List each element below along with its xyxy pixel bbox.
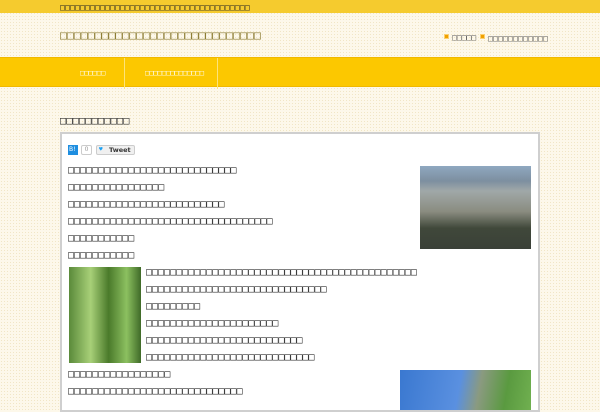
site-title-link[interactable]: □□□□□□□□□□□□□□□□□□□□□□□□□□□□□ bbox=[60, 29, 261, 42]
paragraph: □□□□□□□□□□□□□□□□□□□□□□□□□□ bbox=[68, 199, 225, 210]
twitter-bird-icon: ♥ bbox=[99, 146, 103, 153]
nav-item-home[interactable]: □□□□□□ bbox=[60, 58, 125, 89]
paragraph: □□□□□□□□□□□□□□□□□□□□□□□□□□ bbox=[146, 335, 303, 346]
page-heading: □□□□□□□□□□□ bbox=[60, 115, 130, 127]
paragraph: □□□□□□□□□□□□□□□□□□□□□□□□□□□□□□□□□□□□□□□□… bbox=[146, 267, 417, 278]
city-aerial-photo bbox=[420, 166, 531, 249]
site-description: □□□□□□□□□□□□□□□□□□□□□□□□□□□□□□□□□□□□□□ bbox=[60, 2, 250, 12]
hatena-count: 0 bbox=[81, 145, 92, 155]
paragraph: □□□□□□□□□□□□□□□□□□□□□□□□□□□□□□□□□□ bbox=[68, 216, 273, 227]
paragraph: □□□□□□□□□□□□□□□□□□□□□□□□□□□□ bbox=[146, 352, 315, 363]
paragraph: □□□□□□□□□□□□□□□□ bbox=[68, 182, 165, 193]
paragraph: □□□□□□□□□□□□□□□□□ bbox=[68, 369, 171, 380]
nav-label: □□□□□□□□□□□□□□ bbox=[145, 69, 205, 77]
bullet-icon bbox=[480, 34, 485, 39]
header-link-2[interactable]: □□□□□□□□□□□□ bbox=[488, 34, 548, 43]
paragraph: □□□□□□□□□□□□□□□□□□□□□□ bbox=[146, 318, 279, 329]
bullet-icon bbox=[444, 34, 449, 39]
content-box: B! 0 Tweet ♥ □□□□□□□□□□□□□□□□□□□□□□□□□□□… bbox=[60, 132, 540, 412]
paragraph: □□□□□□□□□□□ bbox=[68, 250, 135, 261]
nav-item-2[interactable]: □□□□□□□□□□□□□□ bbox=[125, 58, 218, 89]
paragraph: □□□□□□□□□□□ bbox=[68, 233, 135, 244]
mountain-photo bbox=[400, 370, 531, 410]
forest-photo bbox=[69, 267, 141, 363]
paragraph: □□□□□□□□□□□□□□□□□□□□□□□□□□□□□□ bbox=[146, 284, 327, 295]
paragraph: □□□□□□□□□□□□□□□□□□□□□□□□□□□□ bbox=[68, 165, 237, 176]
paragraph: □□□□□□□□□□□□□□□□□□□□□□□□□□□□□ bbox=[68, 386, 243, 397]
top-bar: □□□□□□□□□□□□□□□□□□□□□□□□□□□□□□□□□□□□□□ bbox=[0, 0, 600, 13]
paragraph: □□□□□□□□□ bbox=[146, 301, 201, 312]
header-link-1[interactable]: □□□□□ bbox=[452, 34, 476, 42]
hatena-bookmark-button[interactable]: B! bbox=[68, 145, 78, 155]
nav-label: □□□□□□ bbox=[80, 69, 106, 77]
global-nav: □□□□□□ □□□□□□□□□□□□□□ bbox=[0, 57, 600, 89]
